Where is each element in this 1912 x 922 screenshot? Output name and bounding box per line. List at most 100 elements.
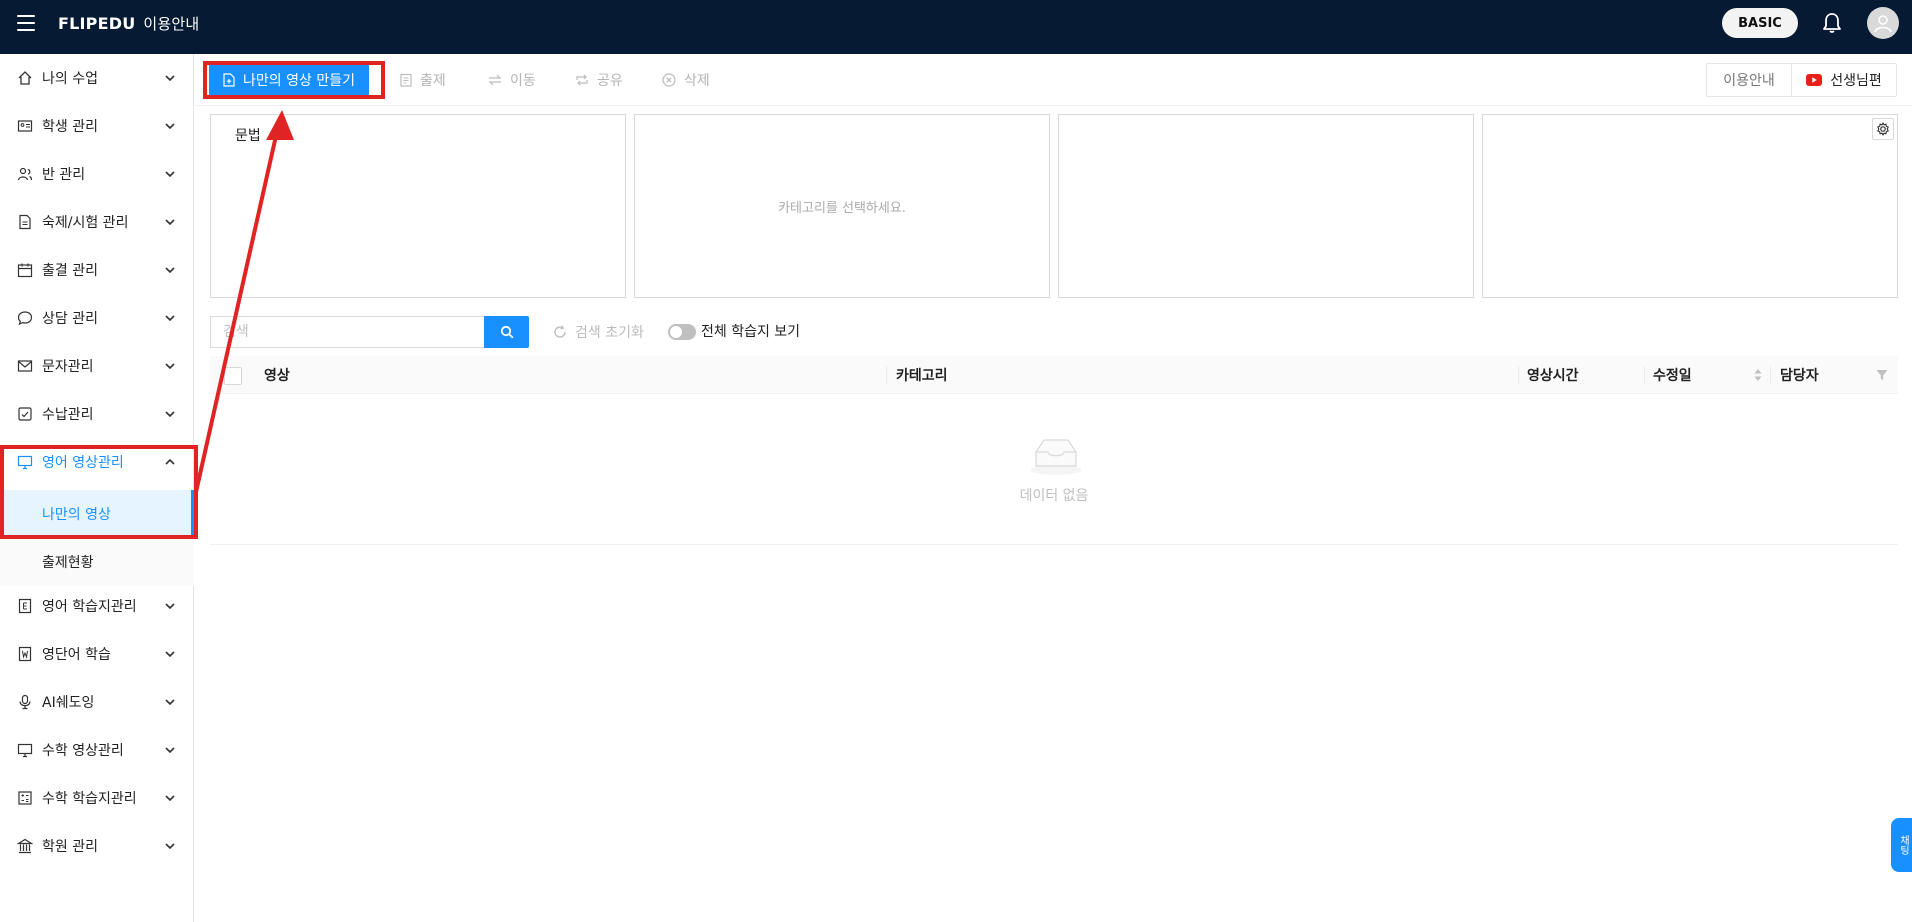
swap-icon (488, 74, 502, 86)
category-panel-3[interactable] (1058, 114, 1474, 298)
sidebar-item-attendance[interactable]: 출결 관리 (0, 246, 194, 294)
share-icon (576, 74, 588, 86)
chevron-down-icon (165, 651, 175, 658)
sidebar-subitem-my-video[interactable]: 나만의 영상 (0, 490, 194, 538)
chevron-down-icon (165, 699, 175, 706)
reset-search-button[interactable]: 검색 초기화 (553, 316, 644, 348)
help-button-group: 이용안내 선생님편 (1706, 63, 1897, 97)
sidebar-item-academy[interactable]: 학원 관리 (0, 822, 194, 870)
search-input[interactable] (210, 316, 484, 348)
chat-side-tab[interactable]: 채팅 (1891, 818, 1912, 872)
chevron-down-icon (165, 123, 175, 130)
show-all-toggle[interactable] (668, 324, 696, 340)
monitor-icon (17, 455, 33, 470)
create-my-video-button[interactable]: 나만의 영상 만들기 (209, 64, 369, 96)
id-card-icon (17, 120, 33, 132)
gear-icon (1877, 122, 1889, 136)
column-divider (1518, 366, 1519, 384)
sidebar-item-ai-shadowing[interactable]: AI쉐도잉 (0, 678, 194, 726)
mail-icon (17, 360, 33, 372)
chevron-down-icon (165, 267, 175, 274)
chevron-down-icon (165, 795, 175, 802)
sidebar-item-counseling[interactable]: 상담 관리 (0, 294, 194, 342)
search-button[interactable] (484, 316, 529, 348)
settings-button[interactable] (1872, 118, 1894, 140)
sidebar-item-label: 영어 영상관리 (42, 455, 124, 471)
sidebar-item-students[interactable]: 학생 관리 (0, 102, 194, 150)
sidebar-item-english-video[interactable]: 영어 영상관리 (0, 438, 194, 486)
usage-guide-button[interactable]: 이용안내 (1707, 64, 1792, 96)
brand-logo-text: FLIPEDU (58, 13, 136, 33)
column-header-category[interactable]: 카테고리 (896, 356, 948, 394)
youtube-icon (1806, 74, 1823, 86)
chevron-down-icon (165, 219, 175, 226)
brand-guide-text: 이용안내 (143, 14, 200, 33)
column-divider (1770, 366, 1771, 384)
share-button[interactable]: 공유 (575, 64, 623, 96)
close-circle-icon (662, 73, 676, 87)
plan-badge[interactable]: BASIC (1722, 8, 1798, 38)
sidebar-item-vocabulary[interactable]: 영단어 학습 (0, 630, 194, 678)
sidebar-item-label: 상담 관리 (42, 311, 98, 327)
search-icon (500, 325, 513, 339)
filter-icon[interactable] (1876, 369, 1888, 381)
sidebar-item-label: 학생 관리 (42, 119, 98, 135)
sidebar-item-math-worksheet[interactable]: 수학 학습지관리 (0, 774, 194, 822)
column-header-video[interactable]: 영상 (264, 356, 290, 394)
move-button[interactable]: 이동 (488, 64, 536, 96)
sidebar-item-label: 수학 학습지관리 (42, 791, 137, 807)
sidebar-item-messages[interactable]: 문자관리 (0, 342, 194, 390)
sidebar-item-label: AI쉐도잉 (42, 695, 95, 711)
bell-icon[interactable] (1822, 12, 1842, 34)
clipboard-icon (400, 73, 412, 87)
receipt-icon (18, 407, 32, 421)
sidebar-item-math-video[interactable]: 수학 영상관리 (0, 726, 194, 774)
chevron-down-icon (165, 747, 175, 754)
category-panel-2[interactable]: 카테고리를 선택하세요. (634, 114, 1050, 298)
empty-inbox-icon (1030, 439, 1082, 475)
sidebar-subitem-label: 나만의 영상 (42, 507, 111, 523)
category-item-grammar[interactable]: 문법 (235, 125, 261, 145)
microphone-icon (19, 694, 31, 710)
column-divider (886, 366, 887, 384)
sidebar-item-label: 학원 관리 (42, 839, 98, 855)
assign-button[interactable]: 출제 (400, 64, 446, 96)
column-header-duration[interactable]: 영상시간 (1527, 356, 1579, 394)
chevron-down-icon (165, 75, 175, 82)
sidebar-item-classes[interactable]: 반 관리 (0, 150, 194, 198)
brand[interactable]: FLIPEDU 이용안내 (58, 0, 199, 46)
sidebar-item-english-worksheet[interactable]: 영어 학습지관리 (0, 582, 194, 630)
top-header: FLIPEDU 이용안내 BASIC (0, 0, 1912, 54)
sidebar-item-label: 출결 관리 (42, 263, 98, 279)
sidebar-item-label: 영어 학습지관리 (42, 599, 137, 615)
sort-icon[interactable] (1753, 368, 1763, 382)
create-my-video-label: 나만의 영상 만들기 (243, 73, 355, 89)
chevron-down-icon (165, 411, 175, 418)
hamburger-icon[interactable] (17, 15, 35, 31)
chevron-down-icon (165, 171, 175, 178)
select-all-checkbox[interactable] (224, 367, 242, 385)
teacher-guide-button[interactable]: 선생님편 (1792, 64, 1896, 96)
sidebar-item-homework[interactable]: 숙제/시험 관리 (0, 198, 194, 246)
sidebar-item-label: 수학 영상관리 (42, 743, 124, 759)
column-divider (1644, 366, 1645, 384)
column-header-modified[interactable]: 수정일 (1653, 356, 1692, 394)
category-panel-1[interactable]: 문법 (210, 114, 626, 298)
empty-text: 데이터 없음 (1019, 488, 1089, 504)
table-empty-state: 데이터 없음 (210, 394, 1898, 545)
sidebar-item-my-class[interactable]: 나의 수업 (0, 54, 194, 102)
chevron-up-icon (165, 458, 175, 465)
category-placeholder: 카테고리를 선택하세요. (778, 200, 906, 216)
reset-search-label: 검색 초기화 (575, 325, 644, 341)
refresh-icon (554, 325, 566, 338)
home-icon (18, 71, 32, 85)
move-label: 이동 (510, 73, 536, 89)
avatar[interactable] (1867, 7, 1899, 39)
delete-button[interactable]: 삭제 (662, 64, 710, 96)
category-panel-4[interactable] (1482, 114, 1898, 298)
show-all-label: 전체 학습지 보기 (701, 324, 801, 340)
sidebar-item-payments[interactable]: 수납관리 (0, 390, 194, 438)
sidebar-subitem-assignment-status[interactable]: 출제현황 (0, 538, 194, 586)
column-header-manager[interactable]: 담당자 (1780, 356, 1819, 394)
document-icon (19, 214, 31, 230)
